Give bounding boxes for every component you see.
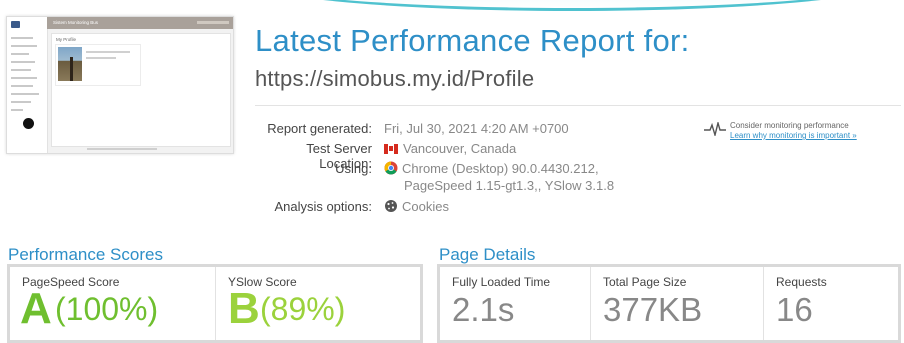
fully-loaded-time: Fully Loaded Time 2.1s <box>440 267 590 340</box>
thumbnail-page-title: My Profile <box>56 37 77 42</box>
thumbnail-menu-line <box>11 93 39 95</box>
using-label: Using: <box>335 161 372 176</box>
requests: Requests 16 <box>763 267 898 340</box>
cookie-icon <box>385 200 397 212</box>
thumbnail-sidebar <box>7 17 48 153</box>
thumbnail-card-line <box>86 51 130 53</box>
thumbnail-menu-line <box>11 45 37 47</box>
browser-info-line-2: PageSpeed 1.15-gt1.3,, YSlow 3.1.8 <box>404 178 615 193</box>
page-details-title: Page Details <box>439 245 536 264</box>
total-page-size-label: Total Page Size <box>603 275 687 289</box>
fully-loaded-time-label: Fully Loaded Time <box>452 275 551 289</box>
monitoring-learn-link[interactable]: Learn why monitoring is important » <box>730 131 857 140</box>
performance-scores-panel: PageSpeed Score A (100%) YSlow Score B (… <box>7 264 423 343</box>
canada-flag-icon <box>384 144 398 154</box>
thumbnail-menu-line <box>11 69 31 71</box>
thumbnail-app-title: Sistem Monitoring Bus <box>53 20 99 25</box>
heartbeat-icon <box>704 122 726 136</box>
thumbnail-main: My Profile <box>51 33 231 147</box>
analysis-options: Cookies <box>384 199 449 214</box>
total-page-size: Total Page Size 377KB <box>590 267 763 340</box>
analysis-options-label: Analysis options: <box>274 199 372 214</box>
pagespeed-percent: (100%) <box>55 291 159 327</box>
thumbnail-menu-line <box>11 109 23 111</box>
header-decoration <box>238 0 904 11</box>
test-server-location: Vancouver, Canada <box>384 141 516 156</box>
performance-scores-title: Performance Scores <box>8 245 163 264</box>
report-generated-value: Fri, Jul 30, 2021 4:20 AM +0700 <box>384 121 569 136</box>
browser-info-line-1: Chrome (Desktop) 90.0.4430.212, <box>402 161 599 176</box>
requests-label: Requests <box>776 275 827 289</box>
total-page-size-value: 377KB <box>603 291 703 328</box>
monitoring-text: Consider monitoring performance <box>730 121 849 130</box>
thumbnail-menu-line <box>11 77 37 79</box>
thumbnail-menu-line <box>11 85 33 87</box>
thumbnail-menu-line <box>11 61 35 63</box>
fully-loaded-time-value: 2.1s <box>452 291 515 328</box>
yslow-score[interactable]: YSlow Score B (89%) <box>215 267 420 340</box>
thumbnail-footer <box>87 148 157 150</box>
yslow-percent: (89%) <box>260 291 346 327</box>
browser-info: Chrome (Desktop) 90.0.4430.212, <box>384 161 599 176</box>
page-screenshot-thumbnail[interactable]: Sistem Monitoring Bus My Profile <box>6 16 234 154</box>
pagespeed-score[interactable]: PageSpeed Score A (100%) <box>10 267 215 340</box>
thumbnail-menu-line <box>11 53 29 55</box>
page-details-panel: Fully Loaded Time 2.1s Total Page Size 3… <box>437 264 901 343</box>
thumbnail-logo-icon <box>11 21 20 28</box>
thumbnail-menu-line <box>11 37 33 39</box>
chrome-icon <box>384 161 398 175</box>
thumbnail-tree <box>70 57 73 81</box>
thumbnail-avatar <box>23 118 34 129</box>
pagespeed-grade: A <box>20 284 52 333</box>
thumbnail-menu-line <box>11 101 31 103</box>
yslow-grade: B <box>228 284 260 333</box>
thumbnail-header-user <box>197 21 229 24</box>
thumbnail-card-line <box>86 57 116 59</box>
divider <box>255 105 901 106</box>
thumbnail-profile-photo <box>58 47 82 81</box>
requests-value: 16 <box>776 291 813 328</box>
test-server-location-value: Vancouver, Canada <box>403 141 517 156</box>
report-url[interactable]: https://simobus.my.id/Profile <box>255 66 534 92</box>
analysis-options-value: Cookies <box>402 199 449 214</box>
report-heading: Latest Performance Report for: <box>255 23 690 58</box>
report-generated-label: Report generated: <box>267 121 372 136</box>
thumbnail-profile-card <box>55 44 141 86</box>
